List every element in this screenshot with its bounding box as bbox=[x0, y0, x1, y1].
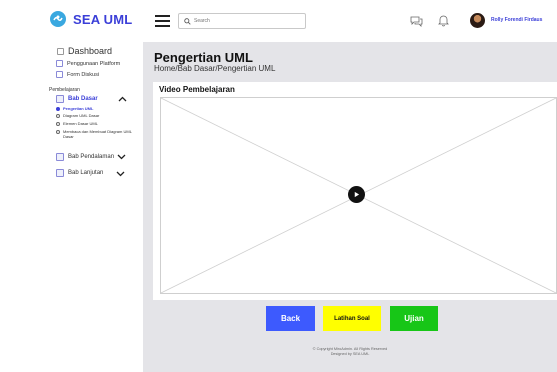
play-button[interactable] bbox=[348, 186, 365, 203]
video-card: Video Pembelajaran bbox=[153, 82, 557, 300]
video-player[interactable] bbox=[160, 97, 557, 294]
search-icon bbox=[184, 17, 191, 25]
chat-icon[interactable] bbox=[410, 15, 423, 27]
sidebar-item-label: Bab Lanjutan bbox=[68, 170, 104, 176]
section-label-pembelajaran: Pembelajaran bbox=[49, 87, 80, 93]
bullet-icon bbox=[56, 113, 60, 118]
user-name[interactable]: Rolly Forendi Firdaus bbox=[491, 17, 542, 23]
sidebar-item-label: Bab Dasar bbox=[68, 96, 98, 102]
card-title: Video Pembelajaran bbox=[159, 85, 235, 94]
book-icon bbox=[56, 95, 64, 103]
sidebar-item-label: Form Diskusi bbox=[67, 71, 100, 78]
back-button[interactable]: Back bbox=[266, 306, 315, 331]
book-icon bbox=[56, 169, 64, 177]
sub-item-label: Elemen Dasar UML bbox=[63, 121, 98, 126]
sub-item-elemen-dasar-uml[interactable]: Elemen Dasar UML bbox=[56, 121, 98, 126]
sidebar-item-form-diskusi[interactable]: Form Diskusi bbox=[56, 71, 99, 78]
sub-item-label: Diagram UML Dasar bbox=[63, 113, 100, 118]
ujian-button[interactable]: Ujian bbox=[390, 306, 438, 331]
avatar[interactable] bbox=[470, 13, 485, 28]
chevron-up-icon[interactable] bbox=[118, 96, 127, 102]
people-icon bbox=[56, 60, 63, 67]
sub-item-pengertian-uml[interactable]: Pengertian UML bbox=[56, 106, 93, 111]
page-title: Pengertian UML bbox=[154, 50, 253, 65]
bullet-icon bbox=[56, 106, 60, 111]
latihan-soal-button[interactable]: Latihan Soal bbox=[323, 306, 381, 331]
bullet-icon bbox=[56, 129, 60, 134]
logo-icon bbox=[50, 11, 66, 27]
sidebar-item-bab-dasar[interactable]: Bab Dasar bbox=[56, 95, 98, 103]
app-logo[interactable]: SEA UML bbox=[50, 11, 132, 27]
chevron-down-icon[interactable] bbox=[117, 154, 126, 160]
sub-item-label: Pengertian UML bbox=[63, 106, 94, 111]
play-icon bbox=[354, 191, 360, 198]
sidebar-item-penggunaan-platform[interactable]: Penggunaan Platform bbox=[56, 60, 120, 67]
sub-item-label: Membaca dan Membuat Diagram UML Dasar bbox=[63, 129, 132, 139]
bullet-icon bbox=[56, 121, 60, 126]
sub-item-diagram-uml-dasar[interactable]: Diagram UML Dasar bbox=[56, 113, 99, 118]
grid-icon bbox=[57, 47, 64, 55]
app-name: SEA UML bbox=[73, 11, 133, 27]
sidebar: Dashboard Penggunaan Platform Form Disku… bbox=[0, 42, 143, 372]
main-content: Pengertian UML Home/Bab Dasar/Pengertian… bbox=[143, 42, 557, 372]
search-input[interactable] bbox=[194, 18, 294, 24]
sidebar-item-bab-pendalaman[interactable]: Bab Pendalaman bbox=[56, 153, 114, 161]
chat-icon bbox=[56, 71, 63, 78]
sidebar-item-dashboard[interactable]: Dashboard bbox=[57, 46, 112, 56]
sidebar-item-bab-lanjutan[interactable]: Bab Lanjutan bbox=[56, 169, 103, 177]
footer-designed-by: Designed by SEA UML bbox=[330, 352, 370, 356]
book-icon bbox=[56, 153, 64, 161]
top-bar: SEA UML Rolly Forendi Firdaus bbox=[0, 0, 557, 42]
sidebar-item-label: Bab Pendalaman bbox=[68, 154, 115, 160]
breadcrumb: Home/Bab Dasar/Pengertian UML bbox=[154, 64, 276, 73]
sidebar-item-label: Dashboard bbox=[68, 46, 113, 56]
bell-icon[interactable] bbox=[438, 14, 449, 27]
sub-item-membaca-diagram[interactable]: Membaca dan Membuat Diagram UML Dasar bbox=[56, 129, 141, 139]
footer: © Copyright MiroAdmin. All Rights Reserv… bbox=[143, 347, 557, 357]
sidebar-item-label: Penggunaan Platform bbox=[67, 60, 121, 67]
menu-icon[interactable] bbox=[155, 15, 170, 27]
search-box[interactable] bbox=[178, 13, 306, 29]
chevron-down-icon[interactable] bbox=[116, 171, 125, 177]
